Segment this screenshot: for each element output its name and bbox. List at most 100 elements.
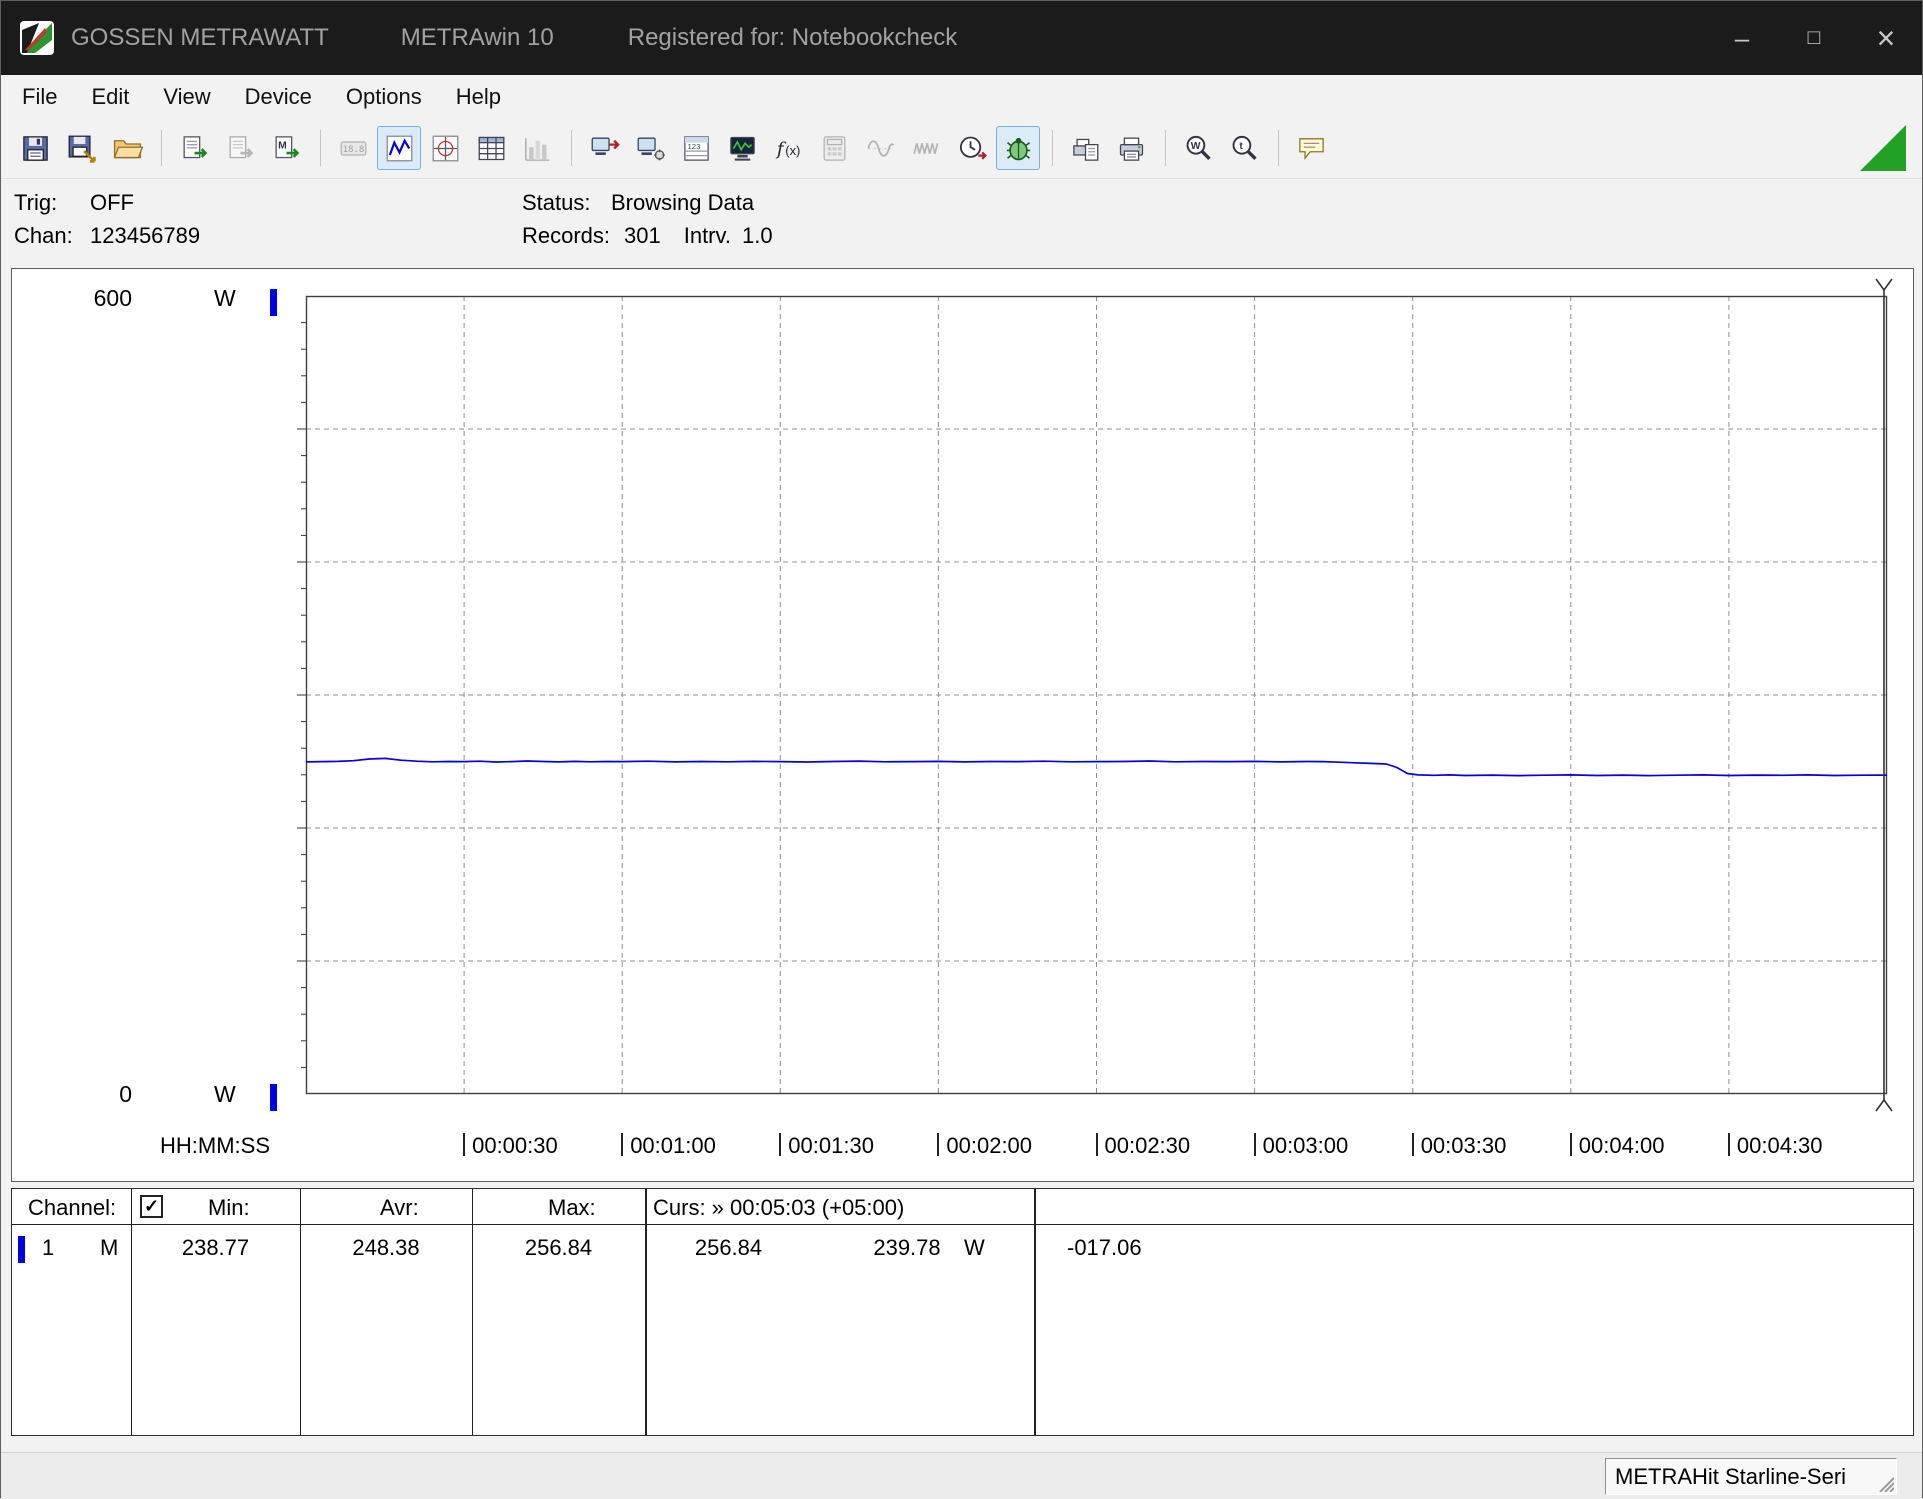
- col-header-max: Max:: [548, 1195, 596, 1221]
- trig-label: Trig:: [14, 186, 90, 219]
- time-sync-button[interactable]: [950, 126, 994, 170]
- svg-text:M: M: [278, 140, 287, 151]
- view-bars-button: [515, 126, 559, 170]
- chart-plot-area[interactable]: [306, 296, 1887, 1094]
- x-tick-mark: [1254, 1133, 1256, 1156]
- channel-visible-checkbox[interactable]: ✓: [140, 1195, 163, 1218]
- menu-edit[interactable]: Edit: [74, 75, 146, 118]
- app-window: GOSSEN METRAWATT METRAwin 10 Registered …: [0, 0, 1923, 1498]
- menu-device[interactable]: Device: [228, 75, 329, 118]
- col-header-cursor: Curs: » 00:05:03 (+05:00): [653, 1195, 904, 1221]
- resize-grip-icon[interactable]: [1876, 1474, 1894, 1492]
- svg-text:123: 123: [687, 142, 700, 151]
- value-table: Channel: ✓ Min: Avr: Max: Curs: » 00:05:…: [11, 1188, 1914, 1436]
- channel-marker-bottom: [270, 1084, 277, 1111]
- menu-file[interactable]: File: [5, 75, 74, 118]
- cell-unit: W: [964, 1235, 985, 1261]
- cell-min: 238.77: [131, 1235, 300, 1261]
- print-button[interactable]: [1109, 126, 1153, 170]
- x-tick-mark: [1412, 1133, 1414, 1156]
- channel-list-icon: 123: [681, 133, 712, 164]
- x-tick-mark: [1096, 1133, 1098, 1156]
- chan-value: 123456789: [90, 223, 200, 248]
- close-button[interactable]: ×: [1850, 1, 1922, 75]
- channel-marker-top: [270, 289, 277, 316]
- save-button[interactable]: [13, 126, 57, 170]
- table-divider: [1034, 1189, 1036, 1435]
- sine-wave-icon: [865, 133, 896, 164]
- menu-options[interactable]: Options: [329, 75, 439, 118]
- x-tick-mark: [1728, 1133, 1730, 1156]
- floppy2-icon: [66, 133, 97, 164]
- live-bug-icon: [1003, 133, 1034, 164]
- records-status: Records:301Intrv.1.0: [522, 219, 773, 252]
- view-scope-button[interactable]: [423, 126, 467, 170]
- cell-avr: 248.38: [300, 1235, 472, 1261]
- x-tick-mark: [463, 1133, 465, 1156]
- x-tick-label: 00:03:00: [1263, 1133, 1349, 1159]
- hint-icon: [1296, 133, 1327, 164]
- page-export-icon: [179, 133, 210, 164]
- x-tick-label: 00:04:30: [1737, 1133, 1823, 1159]
- minimize-button[interactable]: –: [1706, 1, 1778, 75]
- curve-icon: [384, 133, 415, 164]
- live-record-button[interactable]: [996, 126, 1040, 170]
- export-memory-button[interactable]: M: [264, 126, 308, 170]
- col-header-avr: Avr:: [380, 1195, 419, 1221]
- device-read-button[interactable]: [582, 126, 626, 170]
- x-tick-label: 00:02:30: [1105, 1133, 1191, 1159]
- export-printer-button: [218, 126, 262, 170]
- cell-channel-mode: M: [100, 1235, 118, 1261]
- toolbar: M 18.8 123 f(x) Wt: [1, 118, 1922, 179]
- menu-help[interactable]: Help: [439, 75, 518, 118]
- browse-status: Status:Browsing Data: [522, 186, 773, 219]
- svg-text:t: t: [1239, 141, 1243, 152]
- cursor-handle-icon[interactable]: [1876, 1100, 1892, 1111]
- tableicon-icon: [476, 133, 507, 164]
- channel-row-marker: [18, 1236, 25, 1263]
- device-lcd-button: 18.8: [331, 126, 375, 170]
- x-tick-label: 00:02:00: [946, 1133, 1032, 1159]
- hint-button[interactable]: [1289, 126, 1333, 170]
- maximize-button[interactable]: □: [1778, 1, 1850, 75]
- status-bar: METRAHit Starline-Seri: [1, 1452, 1922, 1499]
- folder-icon: [112, 133, 143, 164]
- toolbar-separator: [1052, 130, 1053, 166]
- device-config-button[interactable]: [628, 126, 672, 170]
- view-curve-button[interactable]: [377, 126, 421, 170]
- device-status-box: METRAHit Starline-Seri: [1605, 1458, 1897, 1495]
- calc-panel-icon: [819, 133, 850, 164]
- zoom-w-icon: W: [1183, 133, 1214, 164]
- export-file-button[interactable]: [172, 126, 216, 170]
- save-as-button[interactable]: [59, 126, 103, 170]
- zoom-amplitude-button[interactable]: W: [1176, 126, 1220, 170]
- cell-max: 256.84: [472, 1235, 645, 1261]
- channel-config-button[interactable]: 123: [674, 126, 718, 170]
- print-preview-button[interactable]: [1063, 126, 1107, 170]
- x-tick-label: 00:04:00: [1579, 1133, 1665, 1159]
- chan-label: Chan:: [14, 219, 90, 252]
- device-name: METRAHit Starline-Seri: [1615, 1464, 1846, 1489]
- interval-value: 1.0: [742, 219, 773, 252]
- clock-arrow-icon: [957, 133, 988, 164]
- toolbar-separator: [161, 130, 162, 166]
- table-divider: [472, 1189, 473, 1435]
- trigger-status: Trig:OFF: [14, 186, 200, 219]
- records-label: Records:: [522, 219, 624, 252]
- device-transfer-icon: [589, 133, 620, 164]
- formula-button[interactable]: f(x): [766, 126, 810, 170]
- open-button[interactable]: [105, 126, 149, 170]
- checkmark-icon: ✓: [144, 1196, 159, 1217]
- view-table-button[interactable]: [469, 126, 513, 170]
- analog-wave-button: [858, 126, 902, 170]
- floppy-icon: [20, 133, 51, 164]
- table-divider: [300, 1189, 301, 1435]
- monitor-button[interactable]: [720, 126, 764, 170]
- cursor-handle-icon[interactable]: [1876, 279, 1892, 290]
- zoom-time-button[interactable]: t: [1222, 126, 1266, 170]
- interval-label: Intrv.: [684, 219, 731, 252]
- window-controls: – □ ×: [1706, 1, 1922, 75]
- cell-delta: -017.06: [1067, 1235, 1142, 1261]
- x-tick-mark: [1570, 1133, 1572, 1156]
- menu-view[interactable]: View: [146, 75, 227, 118]
